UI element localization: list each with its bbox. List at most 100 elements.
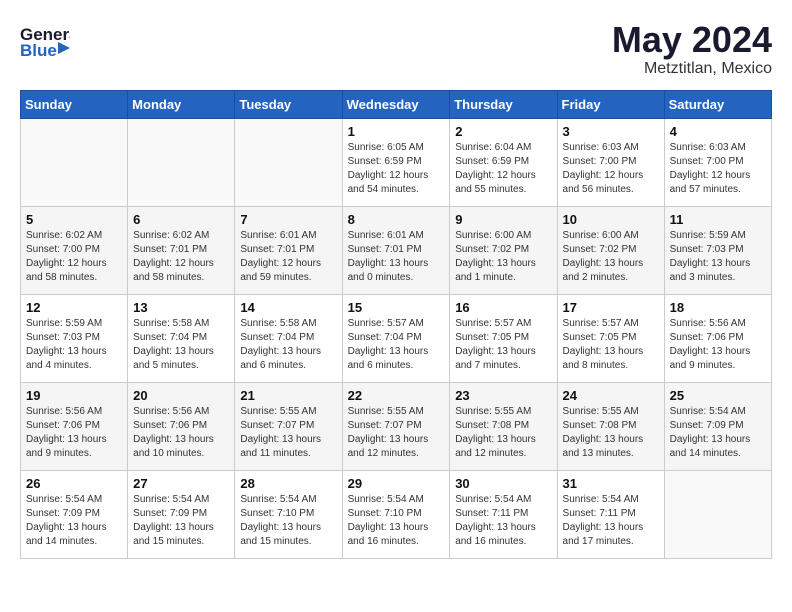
day-number: 9 — [455, 212, 551, 227]
day-number: 5 — [26, 212, 122, 227]
weekday-header-thursday: Thursday — [450, 90, 557, 118]
day-info: Sunrise: 5:56 AMSunset: 7:06 PMDaylight:… — [133, 405, 229, 461]
day-number: 20 — [133, 388, 229, 403]
day-number: 12 — [26, 300, 122, 315]
day-info: Sunrise: 5:54 AMSunset: 7:09 PMDaylight:… — [133, 493, 229, 549]
weekday-header-friday: Friday — [557, 90, 664, 118]
day-number: 18 — [670, 300, 766, 315]
day-cell: 25 Sunrise: 5:54 AMSunset: 7:09 PMDayligh… — [664, 382, 771, 470]
day-info: Sunrise: 5:55 AMSunset: 7:08 PMDaylight:… — [563, 405, 659, 461]
day-number: 17 — [563, 300, 659, 315]
week-row-2: 5 Sunrise: 6:02 AMSunset: 7:00 PMDaylight… — [21, 206, 772, 294]
day-cell: 19 Sunrise: 5:56 AMSunset: 7:06 PMDayligh… — [21, 382, 128, 470]
day-cell — [21, 118, 128, 206]
day-cell: 30 Sunrise: 5:54 AMSunset: 7:11 PMDayligh… — [450, 470, 557, 558]
day-info: Sunrise: 5:54 AMSunset: 7:09 PMDaylight:… — [670, 405, 766, 461]
day-info: Sunrise: 6:05 AMSunset: 6:59 PMDaylight:… — [348, 141, 445, 197]
day-cell: 4Sunrise: 6:03 AMSunset: 7:00 PMDaylight… — [664, 118, 771, 206]
day-number: 22 — [348, 388, 445, 403]
day-info: Sunrise: 5:57 AMSunset: 7:05 PMDaylight:… — [455, 317, 551, 373]
day-info: Sunrise: 6:00 AMSunset: 7:02 PMDaylight:… — [563, 229, 659, 285]
week-row-1: 1 Sunrise: 6:05 AMSunset: 6:59 PMDaylight… — [21, 118, 772, 206]
day-cell: 17 Sunrise: 5:57 AMSunset: 7:05 PMDayligh… — [557, 294, 664, 382]
day-number: 29 — [348, 476, 445, 491]
day-info: Sunrise: 5:59 AMSunset: 7:03 PMDaylight:… — [26, 317, 122, 373]
day-number: 24 — [563, 388, 659, 403]
day-number: 28 — [240, 476, 336, 491]
day-info: Sunrise: 5:55 AMSunset: 7:07 PMDaylight:… — [240, 405, 336, 461]
day-cell: 11Sunrise: 5:59 AMSunset: 7:03 PMDayligh… — [664, 206, 771, 294]
day-cell: 26 Sunrise: 5:54 AMSunset: 7:09 PMDayligh… — [21, 470, 128, 558]
day-number: 6 — [133, 212, 229, 227]
week-row-4: 19 Sunrise: 5:56 AMSunset: 7:06 PMDayligh… — [21, 382, 772, 470]
day-number: 23 — [455, 388, 551, 403]
day-number: 2 — [455, 124, 551, 139]
week-row-5: 26 Sunrise: 5:54 AMSunset: 7:09 PMDayligh… — [21, 470, 772, 558]
day-info: Sunrise: 5:57 AMSunset: 7:05 PMDaylight:… — [563, 317, 659, 373]
day-cell: 3 Sunrise: 6:03 AMSunset: 7:00 PMDaylight… — [557, 118, 664, 206]
day-cell: 14Sunrise: 5:58 AMSunset: 7:04 PMDayligh… — [235, 294, 342, 382]
day-number: 13 — [133, 300, 229, 315]
day-number: 25 — [670, 388, 766, 403]
month-title: May 2024 — [612, 20, 772, 60]
day-cell: 27Sunrise: 5:54 AMSunset: 7:09 PMDayligh… — [128, 470, 235, 558]
day-cell: 31Sunrise: 5:54 AMSunset: 7:11 PMDayligh… — [557, 470, 664, 558]
day-info: Sunrise: 5:54 AMSunset: 7:09 PMDaylight:… — [26, 493, 122, 549]
day-cell: 20 Sunrise: 5:56 AMSunset: 7:06 PMDayligh… — [128, 382, 235, 470]
day-number: 15 — [348, 300, 445, 315]
day-info: Sunrise: 6:04 AMSunset: 6:59 PMDaylight:… — [455, 141, 551, 197]
weekday-header-monday: Monday — [128, 90, 235, 118]
svg-text:Blue: Blue — [20, 41, 57, 60]
calendar-table: SundayMondayTuesdayWednesdayThursdayFrid… — [20, 90, 772, 559]
day-cell: 6 Sunrise: 6:02 AMSunset: 7:01 PMDaylight… — [128, 206, 235, 294]
day-number: 10 — [563, 212, 659, 227]
day-info: Sunrise: 6:03 AMSunset: 7:00 PMDaylight:… — [670, 141, 766, 197]
day-cell: 16 Sunrise: 5:57 AMSunset: 7:05 PMDayligh… — [450, 294, 557, 382]
day-info: Sunrise: 5:54 AMSunset: 7:10 PMDaylight:… — [348, 493, 445, 549]
day-cell: 29 Sunrise: 5:54 AMSunset: 7:10 PMDayligh… — [342, 470, 450, 558]
day-cell: 22 Sunrise: 5:55 AMSunset: 7:07 PMDayligh… — [342, 382, 450, 470]
calendar-page: General Blue May 2024 Metztitlan, Mexico… — [0, 0, 792, 569]
weekday-header-saturday: Saturday — [664, 90, 771, 118]
weekday-header-row: SundayMondayTuesdayWednesdayThursdayFrid… — [21, 90, 772, 118]
day-info: Sunrise: 6:03 AMSunset: 7:00 PMDaylight:… — [563, 141, 659, 197]
day-number: 16 — [455, 300, 551, 315]
day-info: Sunrise: 6:02 AMSunset: 7:00 PMDaylight:… — [26, 229, 122, 285]
day-info: Sunrise: 5:57 AMSunset: 7:04 PMDaylight:… — [348, 317, 445, 373]
day-info: Sunrise: 6:02 AMSunset: 7:01 PMDaylight:… — [133, 229, 229, 285]
weekday-header-tuesday: Tuesday — [235, 90, 342, 118]
day-info: Sunrise: 5:58 AMSunset: 7:04 PMDaylight:… — [133, 317, 229, 373]
day-cell — [128, 118, 235, 206]
day-info: Sunrise: 5:54 AMSunset: 7:11 PMDaylight:… — [455, 493, 551, 549]
day-cell: 10 Sunrise: 6:00 AMSunset: 7:02 PMDayligh… — [557, 206, 664, 294]
day-info: Sunrise: 6:00 AMSunset: 7:02 PMDaylight:… — [455, 229, 551, 285]
day-cell: 15 Sunrise: 5:57 AMSunset: 7:04 PMDayligh… — [342, 294, 450, 382]
day-number: 26 — [26, 476, 122, 491]
day-number: 3 — [563, 124, 659, 139]
day-cell: 1 Sunrise: 6:05 AMSunset: 6:59 PMDaylight… — [342, 118, 450, 206]
day-info: Sunrise: 5:55 AMSunset: 7:08 PMDaylight:… — [455, 405, 551, 461]
day-info: Sunrise: 5:56 AMSunset: 7:06 PMDaylight:… — [26, 405, 122, 461]
weekday-header-wednesday: Wednesday — [342, 90, 450, 118]
day-number: 1 — [348, 124, 445, 139]
day-cell: 12 Sunrise: 5:59 AMSunset: 7:03 PMDayligh… — [21, 294, 128, 382]
title-block: May 2024 Metztitlan, Mexico — [612, 20, 772, 78]
day-cell: 9 Sunrise: 6:00 AMSunset: 7:02 PMDaylight… — [450, 206, 557, 294]
header: General Blue May 2024 Metztitlan, Mexico — [20, 20, 772, 78]
day-number: 8 — [348, 212, 445, 227]
day-info: Sunrise: 5:55 AMSunset: 7:07 PMDaylight:… — [348, 405, 445, 461]
day-cell — [235, 118, 342, 206]
day-info: Sunrise: 5:54 AMSunset: 7:10 PMDaylight:… — [240, 493, 336, 549]
logo-icon: General Blue — [20, 20, 70, 60]
day-info: Sunrise: 5:56 AMSunset: 7:06 PMDaylight:… — [670, 317, 766, 373]
day-number: 30 — [455, 476, 551, 491]
day-info: Sunrise: 6:01 AMSunset: 7:01 PMDaylight:… — [348, 229, 445, 285]
day-number: 7 — [240, 212, 336, 227]
day-number: 11 — [670, 212, 766, 227]
day-number: 19 — [26, 388, 122, 403]
day-cell: 8 Sunrise: 6:01 AMSunset: 7:01 PMDaylight… — [342, 206, 450, 294]
day-cell: 13 Sunrise: 5:58 AMSunset: 7:04 PMDayligh… — [128, 294, 235, 382]
location: Metztitlan, Mexico — [612, 60, 772, 78]
day-number: 14 — [240, 300, 336, 315]
day-cell — [664, 470, 771, 558]
